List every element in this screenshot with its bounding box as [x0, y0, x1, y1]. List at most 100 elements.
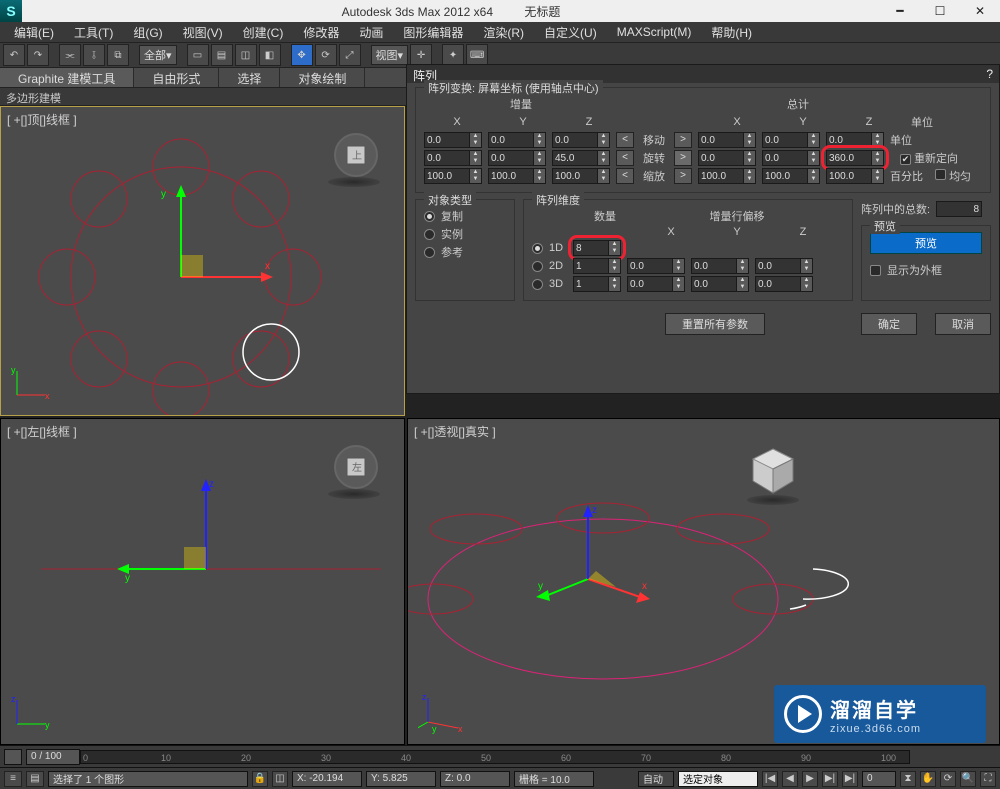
coord-icon[interactable]: ◫ — [272, 771, 288, 787]
reorient-check[interactable] — [900, 154, 911, 165]
menu-group[interactable]: 组(G) — [123, 22, 172, 43]
prev-frame-icon[interactable]: ◀ — [782, 771, 798, 787]
rot-right-arrow[interactable]: > — [674, 150, 692, 166]
scl-right-arrow[interactable]: > — [674, 168, 692, 184]
menu-edit[interactable]: 编辑(E) — [4, 22, 64, 43]
menu-render[interactable]: 渲染(R) — [473, 22, 534, 43]
select-filter[interactable]: 全部 ▾ — [139, 45, 177, 65]
viewport-top[interactable]: [ +[]顶[]线框 ] x y 上 x — [0, 106, 405, 416]
count-3d[interactable]: ▲▼ — [573, 276, 621, 292]
off-2d-y[interactable]: ▲▼ — [691, 258, 749, 274]
next-frame-icon[interactable]: ▶| — [822, 771, 838, 787]
move-icon[interactable]: ✥ — [291, 44, 313, 66]
listener-icon[interactable]: ▤ — [26, 771, 44, 787]
inc-move-z[interactable]: ▲▼ — [552, 132, 610, 148]
lock-icon[interactable]: 🔒 — [252, 771, 268, 787]
radio-3d[interactable] — [532, 279, 543, 290]
app-icon[interactable]: S — [0, 0, 22, 22]
nav-zoom-icon[interactable]: 🔍 — [960, 771, 976, 787]
script-icon[interactable]: ≡ — [4, 771, 22, 787]
off-3d-y[interactable]: ▲▼ — [691, 276, 749, 292]
menu-custom[interactable]: 自定义(U) — [534, 22, 607, 43]
scale-icon[interactable]: ⤢ — [339, 44, 361, 66]
menu-view[interactable]: 视图(V) — [173, 22, 233, 43]
tot-scl-y[interactable]: ▲▼ — [762, 168, 820, 184]
tot-rot-y[interactable]: ▲▼ — [762, 150, 820, 166]
pivot-icon[interactable]: ✛ — [410, 44, 432, 66]
inc-move-x[interactable]: ▲▼ — [424, 132, 482, 148]
tot-move-z[interactable]: ▲▼ — [826, 132, 884, 148]
radio-2d[interactable] — [532, 261, 543, 272]
tot-rot-x[interactable]: ▲▼ — [698, 150, 756, 166]
menu-maxscript[interactable]: MAXScript(M) — [607, 23, 702, 41]
dialog-help-icon[interactable]: ? — [986, 67, 993, 81]
goto-start-icon[interactable]: |◀ — [762, 771, 778, 787]
inc-rot-z[interactable]: ▲▼ — [552, 150, 610, 166]
menu-graph[interactable]: 图形编辑器 — [393, 22, 473, 43]
tot-scl-x[interactable]: ▲▼ — [698, 168, 756, 184]
timeline[interactable]: 0 / 100 0 10 20 30 40 50 60 70 80 90 100 — [0, 745, 1000, 767]
viewport-left[interactable]: [ +[]左[]线框 ] y z 左 y z — [0, 418, 405, 745]
viewcube-left[interactable]: 左 — [334, 445, 378, 489]
tab-freeform[interactable]: 自由形式 — [134, 68, 219, 87]
inc-scl-x[interactable]: ▲▼ — [424, 168, 482, 184]
preview-button[interactable]: 预览 — [870, 232, 982, 254]
radio-reference[interactable] — [424, 247, 435, 258]
scl-left-arrow[interactable]: < — [616, 168, 634, 184]
minimize-btn[interactable]: ━ — [880, 0, 920, 22]
viewcube-persp[interactable] — [747, 445, 799, 497]
radio-instance[interactable] — [424, 229, 435, 240]
reset-button[interactable]: 重置所有参数 — [665, 313, 765, 335]
timeline-handle[interactable] — [4, 749, 22, 765]
radio-copy[interactable] — [424, 211, 435, 222]
menu-create[interactable]: 创建(C) — [233, 22, 294, 43]
uniform-check[interactable] — [935, 169, 946, 180]
menu-tools[interactable]: 工具(T) — [64, 22, 123, 43]
count-1d[interactable]: ▲▼ — [573, 240, 621, 256]
tab-paint[interactable]: 对象绘制 — [280, 68, 365, 87]
tab-graphite[interactable]: Graphite 建模工具 — [0, 68, 134, 87]
inc-scl-y[interactable]: ▲▼ — [488, 168, 546, 184]
rotate-icon[interactable]: ⟳ — [315, 44, 337, 66]
off-2d-x[interactable]: ▲▼ — [627, 258, 685, 274]
menu-modifiers[interactable]: 修改器 — [293, 22, 349, 43]
menu-help[interactable]: 帮助(H) — [701, 22, 762, 43]
move-left-arrow[interactable]: < — [616, 132, 634, 148]
select-icon[interactable]: ▭ — [187, 44, 209, 66]
nav-orbit-icon[interactable]: ⟳ — [940, 771, 956, 787]
inc-move-y[interactable]: ▲▼ — [488, 132, 546, 148]
undo-icon[interactable]: ↶ — [3, 44, 25, 66]
coord-x[interactable]: X: -20.194 — [292, 771, 362, 787]
tab-select[interactable]: 选择 — [219, 68, 280, 87]
cancel-button[interactable]: 取消 — [935, 313, 991, 335]
play-icon[interactable]: ▶ — [802, 771, 818, 787]
tot-move-y[interactable]: ▲▼ — [762, 132, 820, 148]
viewcube-top[interactable]: 上 — [334, 133, 378, 177]
nav-pan-icon[interactable]: ✋ — [920, 771, 936, 787]
close-btn[interactable]: ✕ — [960, 0, 1000, 22]
bind-icon[interactable]: ⧉ — [107, 44, 129, 66]
goto-end-icon[interactable]: ▶| — [842, 771, 858, 787]
unlink-icon[interactable]: ⫱ — [83, 44, 105, 66]
keyboard-icon[interactable]: ⌨ — [466, 44, 488, 66]
off-3d-z[interactable]: ▲▼ — [755, 276, 813, 292]
window-crossing-icon[interactable]: ◧ — [259, 44, 281, 66]
move-right-arrow[interactable]: > — [674, 132, 692, 148]
off-2d-z[interactable]: ▲▼ — [755, 258, 813, 274]
current-frame[interactable]: 0 — [862, 771, 896, 787]
tot-move-x[interactable]: ▲▼ — [698, 132, 756, 148]
time-ruler[interactable]: 0 10 20 30 40 50 60 70 80 90 100 — [80, 750, 910, 764]
maximize-btn[interactable]: ☐ — [920, 0, 960, 22]
menu-anim[interactable]: 动画 — [349, 22, 393, 43]
off-3d-x[interactable]: ▲▼ — [627, 276, 685, 292]
nav-max-icon[interactable]: ⛶ — [980, 771, 996, 787]
autokey[interactable]: 自动 — [638, 771, 674, 787]
inc-rot-x[interactable]: ▲▼ — [424, 150, 482, 166]
count-2d[interactable]: ▲▼ — [573, 258, 621, 274]
coord-z[interactable]: Z: 0.0 — [440, 771, 510, 787]
select-manip-icon[interactable]: ✦ — [442, 44, 464, 66]
refcoord[interactable]: 视图 ▾ — [371, 45, 409, 65]
inc-rot-y[interactable]: ▲▼ — [488, 150, 546, 166]
timeconfig-icon[interactable]: ⧗ — [900, 771, 916, 787]
coord-y[interactable]: Y: 5.825 — [366, 771, 436, 787]
